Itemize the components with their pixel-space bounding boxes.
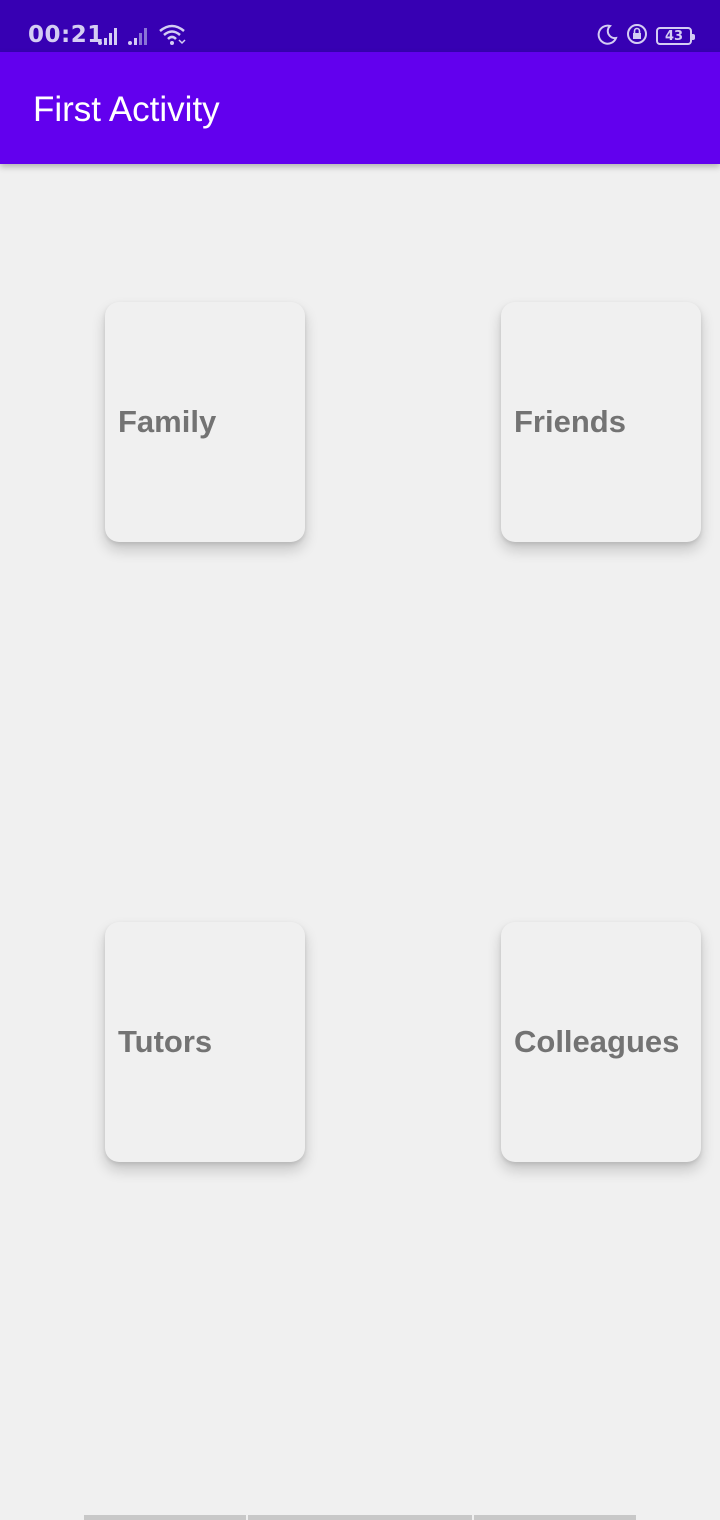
status-bar: 00:21 43 xyxy=(0,0,720,52)
card-family[interactable]: Family xyxy=(105,302,305,542)
card-label: Colleagues xyxy=(514,1024,680,1059)
card-colleagues[interactable]: Colleagues xyxy=(501,922,701,1162)
nav-handle-back[interactable] xyxy=(84,1515,246,1520)
card-tutors[interactable]: Tutors xyxy=(105,922,305,1162)
card-label: Friends xyxy=(514,404,626,439)
card-label: Family xyxy=(118,404,217,439)
battery-icon: 43 xyxy=(656,27,695,45)
wifi-icon xyxy=(157,24,187,50)
status-right-icons: 43 xyxy=(596,23,695,49)
signal-icon xyxy=(97,26,121,50)
signal-icon xyxy=(127,26,151,50)
app-bar: First Activity xyxy=(0,52,720,164)
nav-handle-home[interactable] xyxy=(248,1515,472,1520)
page-title: First Activity xyxy=(33,90,220,129)
moon-icon xyxy=(596,23,618,49)
battery-level: 43 xyxy=(664,28,684,44)
card-friends[interactable]: Friends xyxy=(501,302,701,542)
rotation-lock-icon xyxy=(626,23,648,49)
nav-handle-recents[interactable] xyxy=(474,1515,636,1520)
status-left-icons xyxy=(97,24,187,50)
card-label: Tutors xyxy=(118,1024,213,1059)
status-time: 00:21 xyxy=(28,22,104,48)
